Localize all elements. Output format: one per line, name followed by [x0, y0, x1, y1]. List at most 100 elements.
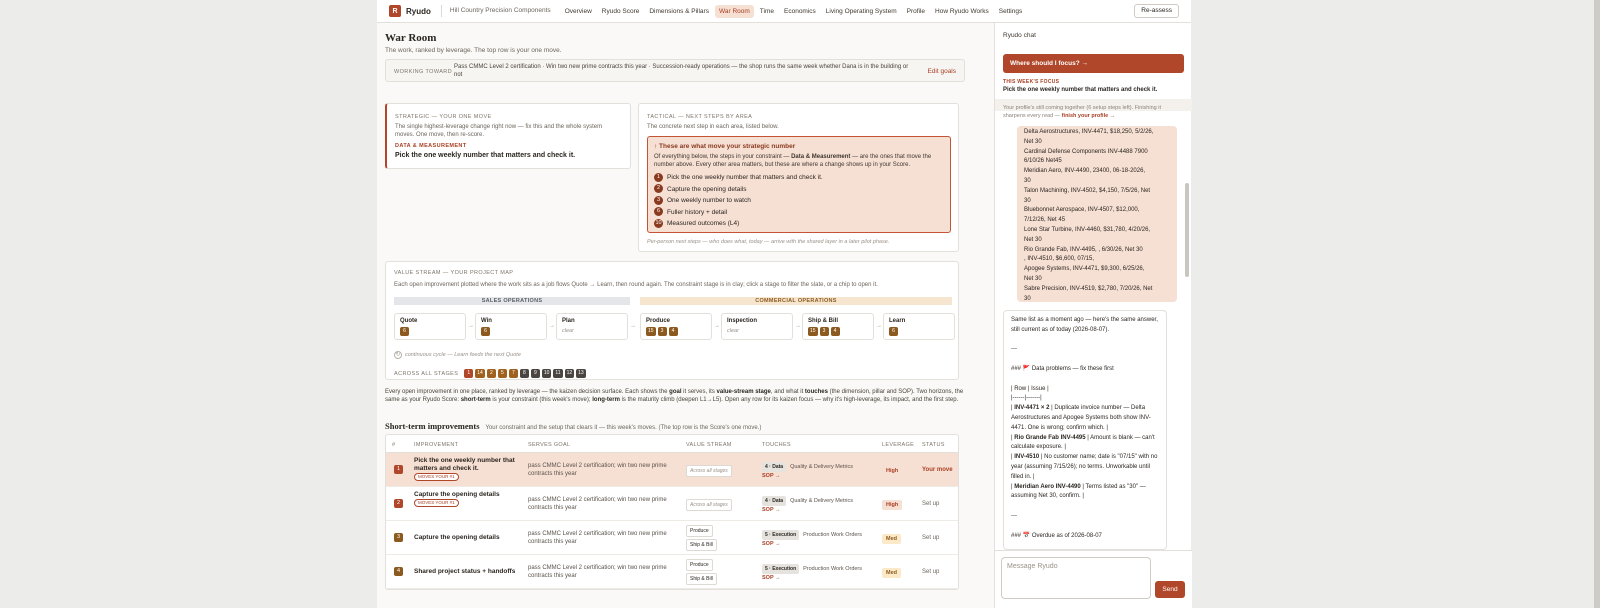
across-chip[interactable]: 13: [576, 369, 586, 378]
intro-t6: is the maturity climb (deepen L1→L5). Op…: [619, 397, 959, 403]
across-label: ACROSS ALL STAGES: [394, 370, 459, 377]
across-chip[interactable]: 14: [475, 369, 485, 378]
status[interactable]: Set up: [922, 534, 939, 542]
line-bold: INV-4510: [1014, 454, 1040, 461]
improvement-chip[interactable]: 6: [889, 327, 898, 336]
sop-link[interactable]: SOP →: [762, 541, 781, 547]
value-stream-tag[interactable]: Across all stages: [686, 465, 732, 477]
value-stream-tag[interactable]: Produce: [686, 525, 713, 537]
send-button[interactable]: Send: [1155, 581, 1185, 598]
stage-ship-bill[interactable]: Ship & Bill 15 3 4: [802, 313, 874, 340]
across-chip[interactable]: 5: [497, 369, 507, 378]
stage-plan[interactable]: Plan clear: [556, 313, 628, 340]
leverage-badge: High: [882, 500, 903, 510]
status[interactable]: Your move: [922, 466, 953, 474]
improvement-chip[interactable]: 6: [481, 327, 490, 336]
improvement-chip[interactable]: 6: [400, 327, 409, 336]
chat-panel: Ryudo chat Where should I focus? → THIS …: [994, 23, 1192, 608]
stage-quote[interactable]: Quote 6: [394, 313, 466, 340]
improvement-chip[interactable]: 15: [808, 327, 818, 336]
nav-link-settings[interactable]: Settings: [995, 5, 1027, 18]
nav-link-overview[interactable]: Overview: [561, 5, 596, 18]
nav-link-war-room[interactable]: War Room: [714, 4, 754, 18]
stage-chips: 15 3 4: [646, 327, 711, 336]
intro-b1: goal: [669, 389, 682, 395]
nav-link-economics[interactable]: Economics: [780, 5, 820, 18]
line-text: ### 🚩 Data problems — fix these first: [1011, 365, 1114, 372]
status[interactable]: Set up: [922, 568, 939, 576]
table-row[interactable]: 3 Capture the opening details pass CMMC Le…: [386, 521, 958, 555]
user-message-line: 7/12/26, Net 45: [1024, 217, 1066, 224]
across-chip[interactable]: 11: [553, 369, 563, 378]
nav-link-living-operating-system[interactable]: Living Operating System: [822, 5, 901, 18]
reassess-button[interactable]: Re-assess: [1134, 4, 1179, 18]
row-rank: 2: [394, 499, 403, 508]
nav-link-time[interactable]: Time: [756, 5, 778, 18]
improvement-title[interactable]: Pick the one weekly number that matters …: [414, 457, 522, 473]
stage-clear-label: clear: [562, 328, 574, 334]
stage-produce[interactable]: Produce 15 3 4: [640, 313, 712, 340]
improvement-chip[interactable]: 3: [657, 327, 667, 336]
value-stream-tag[interactable]: Ship & Bill: [686, 573, 717, 585]
brand-name[interactable]: Ryudo: [406, 7, 431, 16]
table-row[interactable]: 4 Shared project status + handoffs pass CM…: [386, 555, 958, 589]
improvement-chip[interactable]: 4: [830, 327, 840, 336]
stage-name: Plan: [562, 318, 575, 324]
sop-link[interactable]: SOP →: [762, 575, 781, 581]
improvement-title[interactable]: Capture the opening details: [414, 534, 522, 542]
across-chip[interactable]: 12: [564, 369, 575, 378]
strategic-card[interactable]: STRATEGIC — YOUR ONE MOVE The single hig…: [385, 103, 631, 169]
sop-link[interactable]: SOP →: [762, 473, 781, 479]
improvement-chip[interactable]: 15: [646, 327, 656, 336]
value-stream-tag[interactable]: Ship & Bill: [686, 539, 717, 551]
value-stream-tag[interactable]: Across all stages: [686, 499, 732, 511]
value-stream-tag[interactable]: Produce: [686, 559, 713, 571]
main-scroll-area[interactable]: War Room The work, ranked by leverage. T…: [385, 23, 975, 608]
nav-link-ryudo-score[interactable]: Ryudo Score: [598, 5, 644, 18]
across-chip[interactable]: 10: [541, 369, 552, 378]
table-row[interactable]: 1 Pick the one weekly number that matters…: [386, 453, 958, 487]
edit-goals-link[interactable]: Edit goals: [927, 68, 956, 75]
improvement-chip[interactable]: 4: [668, 327, 678, 336]
improvement-chip[interactable]: 3: [819, 327, 829, 336]
chat-scrollbar[interactable]: [1185, 183, 1189, 277]
leverage-badge: High: [882, 466, 903, 476]
step-number: 2: [654, 184, 663, 194]
stage-win[interactable]: Win 6: [475, 313, 547, 340]
steps-box-title: ↑ These are what move your strategic num…: [654, 143, 796, 150]
across-chip[interactable]: 1: [464, 369, 474, 378]
stage-learn[interactable]: Learn 6: [883, 313, 955, 340]
window-edge: [1594, 0, 1600, 608]
nav-link-how-ryudo-works[interactable]: How Ryudo Works: [931, 5, 993, 18]
status[interactable]: Set up: [922, 500, 939, 508]
assistant-message-line: | Rio Grande Fab INV-4495 | Amount is bl…: [1011, 434, 1159, 454]
line-text: ### 📅 Overdue as of 2026-08-07: [1011, 532, 1102, 539]
finish-profile-link[interactable]: finish your profile →: [1062, 113, 1115, 119]
strategic-steps-box: ↑ These are what move your strategic num…: [647, 136, 951, 233]
message-input[interactable]: Message Ryudo: [1001, 557, 1151, 599]
across-chip[interactable]: 9: [530, 369, 540, 378]
user-message-line: Net 30: [1024, 236, 1042, 243]
touches-cell: 5 · Execution Production Work Orders SOP →: [762, 530, 880, 548]
stage-arrow-icon: →: [795, 323, 801, 329]
stage-inspection[interactable]: Inspection clear: [721, 313, 793, 340]
leverage-badge: Med: [882, 568, 901, 578]
chat-header: Ryudo chat: [1003, 32, 1036, 39]
where-to-focus-button[interactable]: Where should I focus? →: [1003, 54, 1184, 73]
working-toward-goals: Pass CMMC Level 2 certification · Win tw…: [454, 64, 909, 78]
improvement-title[interactable]: Shared project status + handoffs: [414, 568, 522, 576]
table-row[interactable]: 2 Capture the opening details MOVES YOUR #…: [386, 487, 958, 521]
value-stream-desc: Each open improvement plotted where the …: [394, 282, 878, 288]
improvement-title[interactable]: Capture the opening details: [414, 491, 522, 499]
step-number: 6: [654, 207, 663, 217]
nav-link-profile[interactable]: Profile: [903, 5, 929, 18]
stage-name: Ship & Bill: [808, 318, 838, 324]
improvement-cell: Capture the opening details MOVES YOUR #1: [414, 491, 522, 507]
stage-arrow-icon: →: [630, 323, 636, 329]
nav-link-dimensions-pillars[interactable]: Dimensions & Pillars: [645, 5, 713, 18]
across-chip[interactable]: 8: [519, 369, 529, 378]
sop-link[interactable]: SOP →: [762, 507, 781, 513]
across-chip[interactable]: 7: [508, 369, 518, 378]
ryudo-logo-icon[interactable]: R: [389, 5, 401, 17]
across-chip[interactable]: 2: [486, 369, 496, 378]
